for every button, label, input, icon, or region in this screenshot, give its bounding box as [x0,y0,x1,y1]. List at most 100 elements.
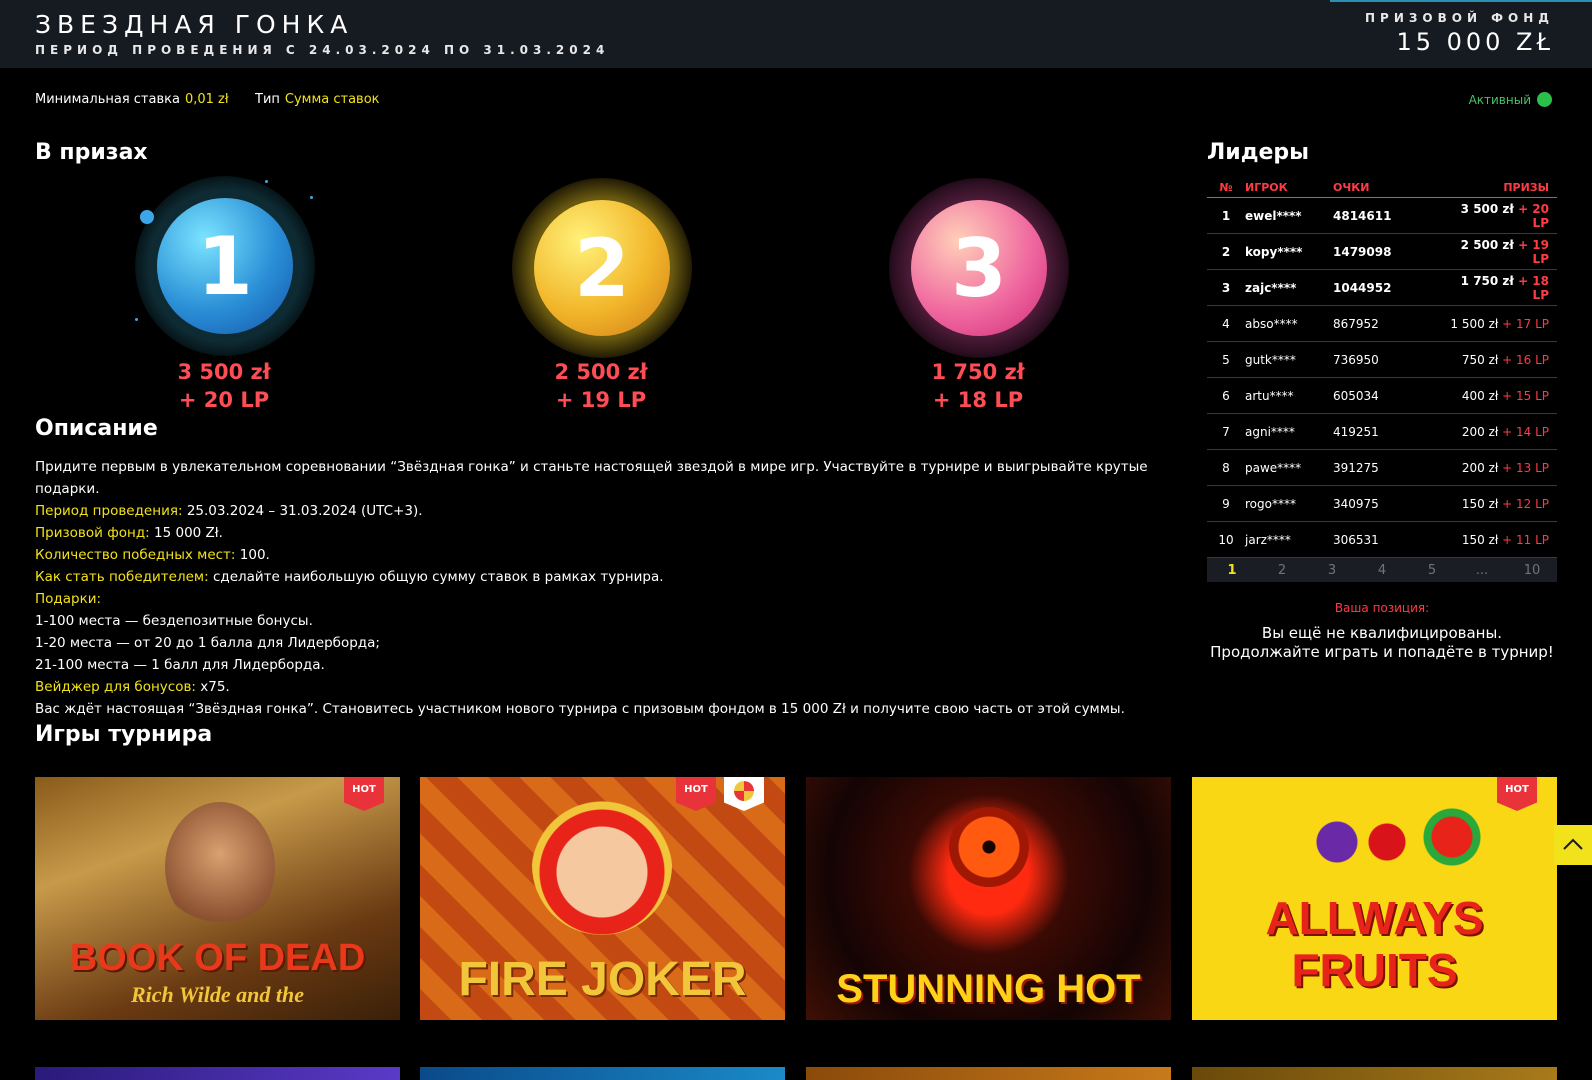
star-deco-icon [310,196,313,199]
wager-value: x75. [200,679,230,695]
fund-label: Призовой фонд: [35,525,150,541]
row-prize-lp: + 18 LP [1518,273,1549,302]
row-no: 10 [1218,532,1234,547]
your-position-message: Вы ещё не квалифицированы. Продолжайте и… [1210,624,1554,661]
row-player: rogo**** [1245,496,1296,511]
game-card-fire-joker[interactable]: FIRE JOKER HOT [420,777,785,1020]
leaderboard-pagination: 1 2 3 4 5 ... 10 [1207,558,1557,582]
game-card-book-of-dead[interactable]: BOOK OF DEAD Rich Wilde and the HOT [35,777,400,1020]
row-no: 2 [1221,244,1231,259]
leaderboard-row: 5 gutk**** 736950 750 zł + 16 LP [1207,342,1557,378]
row-prize-amount: 2 500 zł [1460,237,1514,252]
game-title: BOOK OF DEAD [69,937,366,979]
description-period: Период проведения: 25.03.2024 – 31.03.20… [35,500,1175,522]
leaders-heading: Лидеры [1207,140,1310,165]
row-player: pawe**** [1245,460,1302,475]
description-body: Придите первым в увлекательном соревнова… [35,456,1175,720]
status-dot-icon [1537,92,1552,107]
tournament-period: ПЕРИОД ПРОВЕДЕНИЯ С 24.03.2024 ПО 31.03.… [35,43,610,57]
col-prizes: ПРИЗЫ [1503,181,1549,194]
prize-second: 2 500 zł + 19 LP [501,358,701,414]
row-player: gutk**** [1245,352,1296,367]
description-outro: Вас ждёт настоящая “Звёздная гонка”. Ста… [35,701,1125,717]
medal-number: 3 [911,200,1047,336]
gifts-label: Подарки: [35,591,102,607]
leaderboard-row: 2 kopy**** 1479098 2 500 zł + 19 LP [1207,234,1557,270]
row-player: zajc**** [1245,280,1297,295]
leaderboard-row: 9 rogo**** 340975 150 zł + 12 LP [1207,486,1557,522]
row-player: abso**** [1245,316,1298,331]
prize-fund-value: 15 000 ZŁ [1396,28,1554,56]
page-link-10[interactable]: 10 [1507,563,1557,578]
game-card-partial[interactable] [806,1067,1171,1080]
row-prize: 150 zł + 11 LP [1443,533,1557,547]
how-label: Как стать победителем: [35,569,209,585]
page-link-2[interactable]: 2 [1257,563,1307,578]
row-prize-lp: + 12 LP [1502,496,1549,511]
places-value: 100. [239,547,270,563]
row-points: 1044952 [1333,280,1392,295]
game-card-partial[interactable] [35,1067,400,1080]
tournament-title: ЗВЕЗДНАЯ ГОНКА [35,10,354,39]
leaderboard-row: 10 jarz**** 306531 150 zł + 11 LP [1207,522,1557,558]
game-card-allways-fruits[interactable]: ALLWAYS FRUITS HOT [1192,777,1557,1020]
page-link-4[interactable]: 4 [1357,563,1407,578]
row-prize-lp: + 17 LP [1502,316,1549,331]
prize-amount: 3 500 zł [177,360,271,384]
game-art-grapes [1312,812,1362,872]
page-link-1[interactable]: 1 [1207,563,1257,578]
how-value: сделайте наибольшую общую сумму ставок в… [212,569,664,585]
game-title: ALLWAYS FRUITS [1265,892,1484,996]
tournament-type: Тип Сумма ставок [255,92,380,107]
game-card-partial[interactable] [1192,1067,1557,1080]
leaderboard-header: № ИГРОК ОЧКИ ПРИЗЫ [1207,178,1557,198]
row-points: 605034 [1333,388,1379,403]
row-player: agni**** [1245,424,1295,439]
min-bet: Минимальная ставка 0,01 zł [35,92,229,107]
row-prize-lp: + 11 LP [1502,532,1549,547]
tournament-header: ЗВЕЗДНАЯ ГОНКА ПЕРИОД ПРОВЕДЕНИЯ С 24.03… [0,0,1592,68]
prizes-heading: В призах [35,140,148,165]
game-title: STUNNING HOT [836,967,1141,1011]
description-how: Как стать победителем: сделайте наибольш… [35,566,1175,588]
row-prize: 200 zł + 14 LP [1443,425,1557,439]
row-points: 419251 [1333,424,1379,439]
wager-label: Вейджер для бонусов: [35,679,196,695]
scroll-to-top-button[interactable] [1554,825,1592,865]
medal-number: 2 [534,200,670,336]
page-link-5[interactable]: 5 [1407,563,1457,578]
leaderboard-row: 6 artu**** 605034 400 zł + 15 LP [1207,378,1557,414]
game-title: FIRE JOKER [458,953,747,1006]
row-no: 6 [1222,388,1230,403]
page-ellipsis: ... [1475,562,1489,578]
page-link-3[interactable]: 3 [1307,563,1357,578]
prize-third: 1 750 zł + 18 LP [878,358,1078,414]
prize-first: 3 500 zł + 20 LP [124,358,324,414]
places-label: Количество победных мест: [35,547,236,563]
game-art-cherry [1367,822,1407,862]
games-heading: Игры турнира [35,722,213,747]
game-art-watermelon [1422,807,1482,867]
description-gifts: Подарки: [35,588,1175,610]
fortune-wheel-icon [734,781,754,801]
star-deco-icon [265,180,268,183]
row-player: artu**** [1245,388,1294,403]
game-card-stunning-hot[interactable]: STUNNING HOT [806,777,1171,1020]
prize-amount: 2 500 zł [554,360,648,384]
row-no: 7 [1222,424,1230,439]
leaderboard-row: 8 pawe**** 391275 200 zł + 13 LP [1207,450,1557,486]
prize-lp: + 20 LP [178,388,270,412]
medal-third: 3 [889,178,1069,358]
type-label: Тип [255,92,280,107]
description-intro: Придите первым в увлекательном соревнова… [35,459,1148,497]
game-card-partial[interactable] [420,1067,785,1080]
game-subtitle: Rich Wilde and the [131,982,304,1007]
leaderboard-row: 7 agni**** 419251 200 zł + 14 LP [1207,414,1557,450]
row-prize: 200 zł + 13 LP [1443,461,1557,475]
description-places: Количество победных мест: 100. [35,544,1175,566]
star-deco-icon [135,318,138,321]
fund-value: 15 000 Zł. [154,525,223,541]
type-value: Сумма ставок [284,92,380,107]
row-prize-amount: 200 zł [1461,424,1499,439]
prize-lp: + 18 LP [932,388,1024,412]
